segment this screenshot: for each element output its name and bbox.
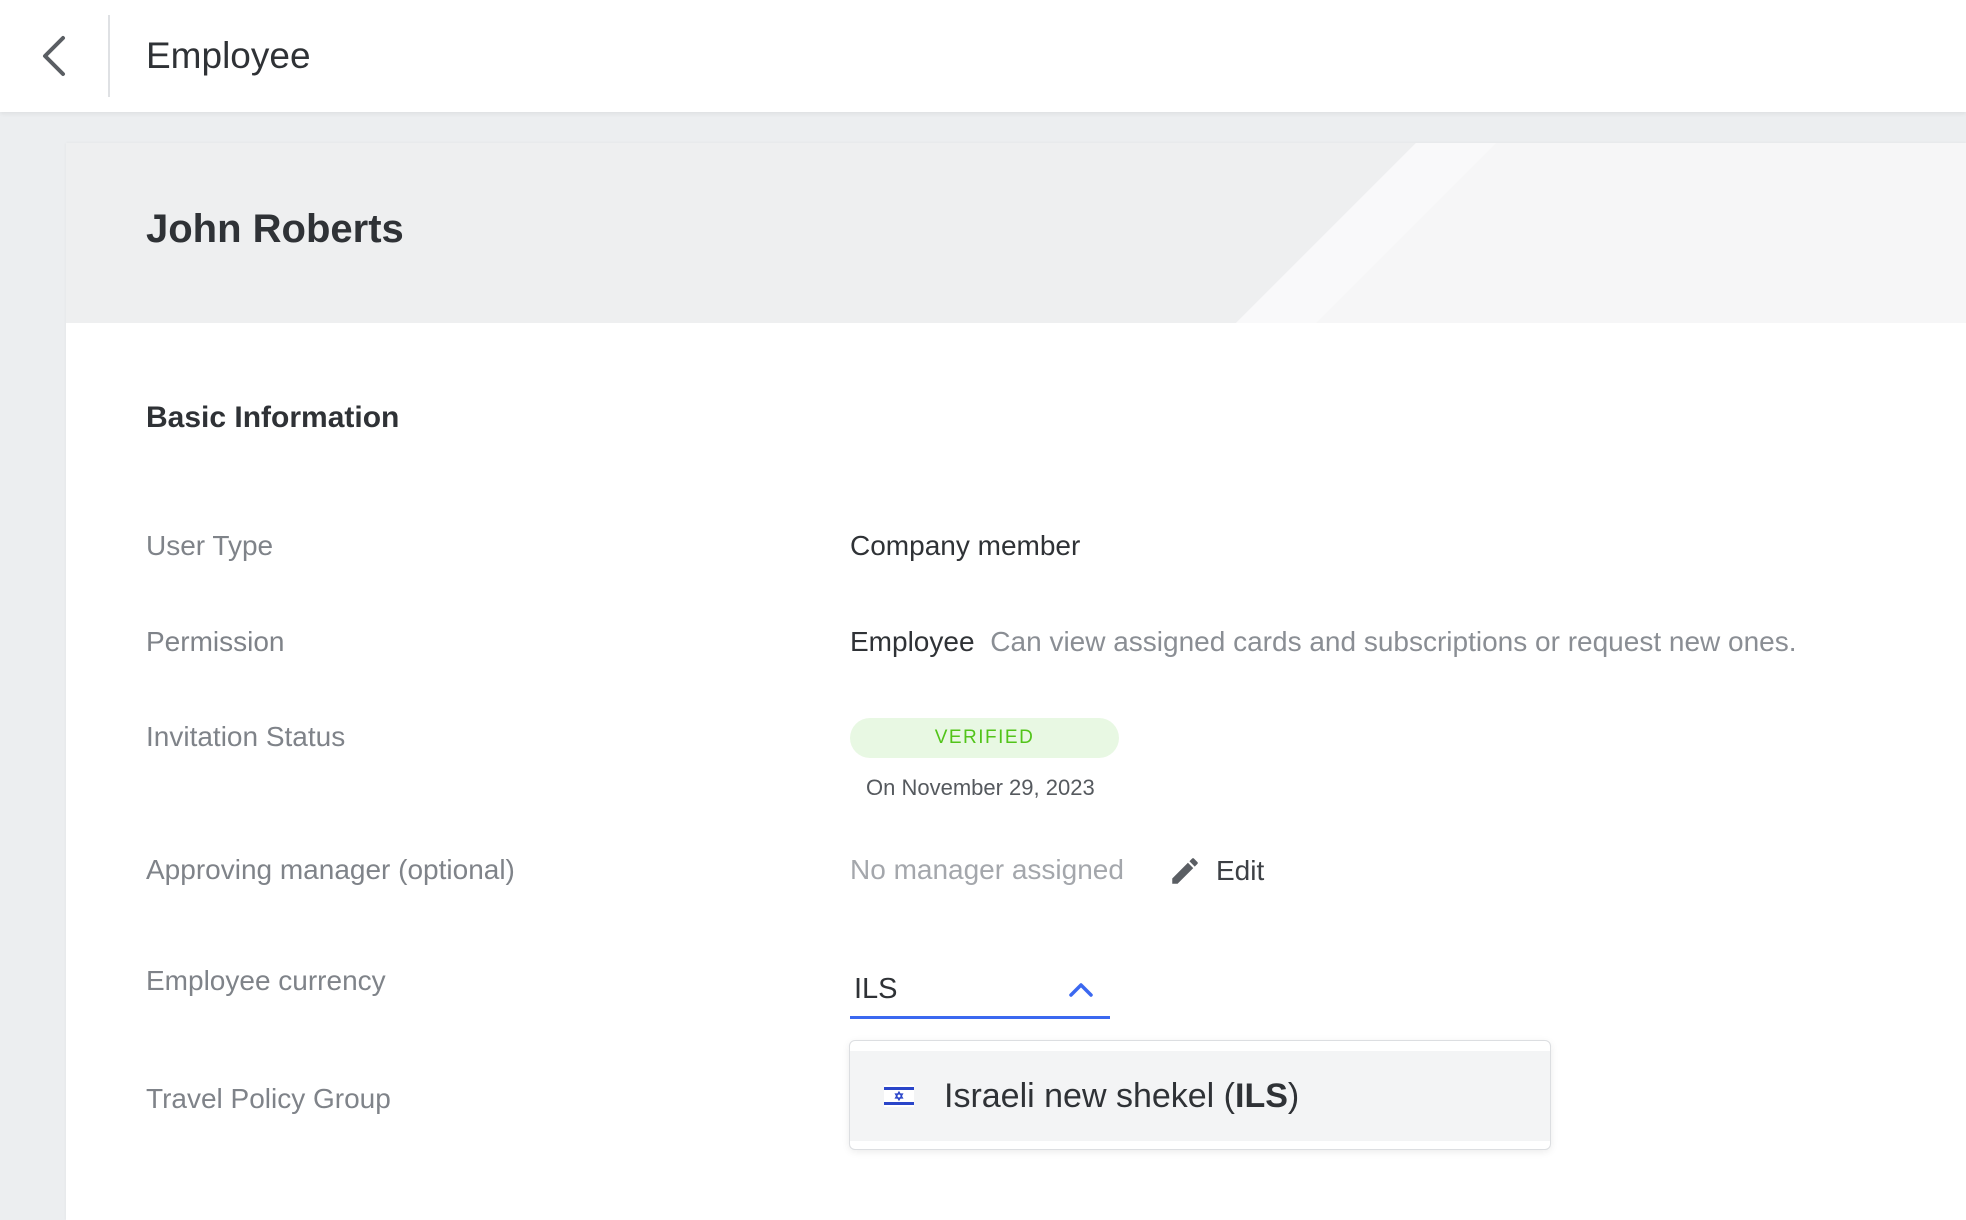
invitation-status-label: Invitation Status [146, 721, 346, 752]
currency-option-close: ) [1287, 1076, 1300, 1115]
employee-currency-label: Employee currency [146, 965, 386, 996]
user-type-value: Company member [850, 530, 1081, 561]
currency-option-code: ILS [1235, 1076, 1288, 1115]
chevron-up-icon [1069, 982, 1093, 997]
invitation-date: On November 29, 2023 [866, 775, 1095, 800]
currency-option-label: Israeli new shekel (ILS) [944, 1077, 1299, 1116]
section-title-basic-information: Basic Information [146, 401, 400, 434]
user-type-label: User Type [146, 530, 274, 561]
currency-select-value: ILS [854, 973, 898, 1005]
travel-policy-group-label: Travel Policy Group [146, 1083, 391, 1114]
pencil-icon [1172, 858, 1198, 884]
israel-flag-icon [884, 1085, 914, 1107]
permission-value: Employee Can view assigned cards and sub… [850, 626, 1797, 658]
currency-dropdown: Israeli new shekel (ILS) [849, 1040, 1551, 1150]
approving-manager-value: No manager assigned [850, 854, 1124, 885]
edit-label: Edit [1216, 855, 1265, 886]
currency-option-name: Israeli new shekel ( [944, 1076, 1236, 1115]
header-divider [108, 15, 110, 97]
currency-option-ils[interactable]: Israeli new shekel (ILS) [850, 1051, 1550, 1141]
employee-header: John Roberts [66, 143, 1966, 323]
currency-select[interactable]: ILS [850, 963, 1110, 1019]
chevron-left-icon [43, 36, 65, 76]
permission-role: Employee [850, 626, 975, 657]
permission-description: Can view assigned cards and subscription… [990, 626, 1797, 657]
approving-manager-label: Approving manager (optional) [146, 854, 515, 885]
employee-name: John Roberts [146, 207, 404, 251]
page-title: Employee [146, 35, 311, 76]
permission-label: Permission [146, 626, 285, 657]
top-bar: Employee [0, 0, 1966, 112]
edit-manager-button[interactable]: Edit [1168, 854, 1264, 888]
status-badge: VERIFIED [850, 718, 1119, 758]
back-button[interactable] [0, 0, 108, 112]
